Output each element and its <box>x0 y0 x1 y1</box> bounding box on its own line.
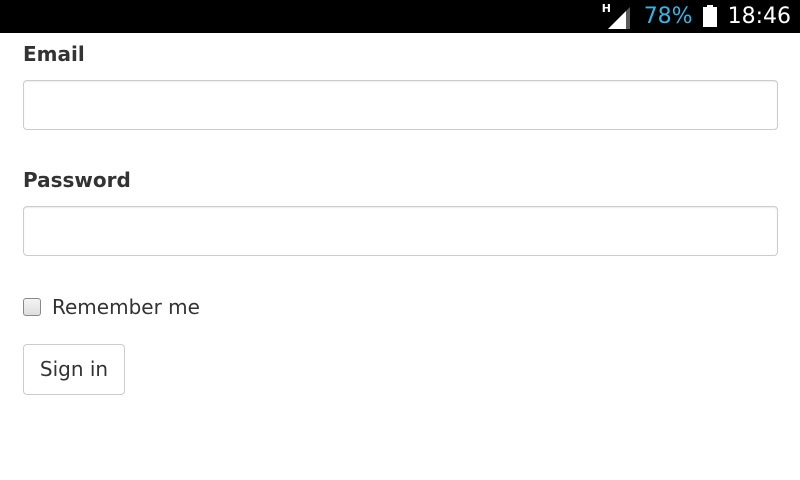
password-label: Password <box>23 168 131 192</box>
cell-signal-icon: H <box>602 3 632 29</box>
remember-me-row[interactable]: Remember me <box>23 294 778 320</box>
battery-icon <box>702 4 717 27</box>
password-field[interactable] <box>23 206 778 256</box>
battery-percent: 78% <box>643 4 693 29</box>
status-bar: H 78% 18:46 <box>0 0 800 33</box>
clock: 18:46 <box>727 4 791 29</box>
remember-me-checkbox[interactable] <box>23 298 41 316</box>
email-label: Email <box>23 42 85 66</box>
sign-in-form: Email Password Remember me Sign in <box>23 33 778 395</box>
sign-in-button[interactable]: Sign in <box>23 344 125 395</box>
email-field[interactable] <box>23 80 778 130</box>
status-icons: H 78% 18:46 <box>602 0 791 33</box>
remember-me-label[interactable]: Remember me <box>52 295 200 319</box>
